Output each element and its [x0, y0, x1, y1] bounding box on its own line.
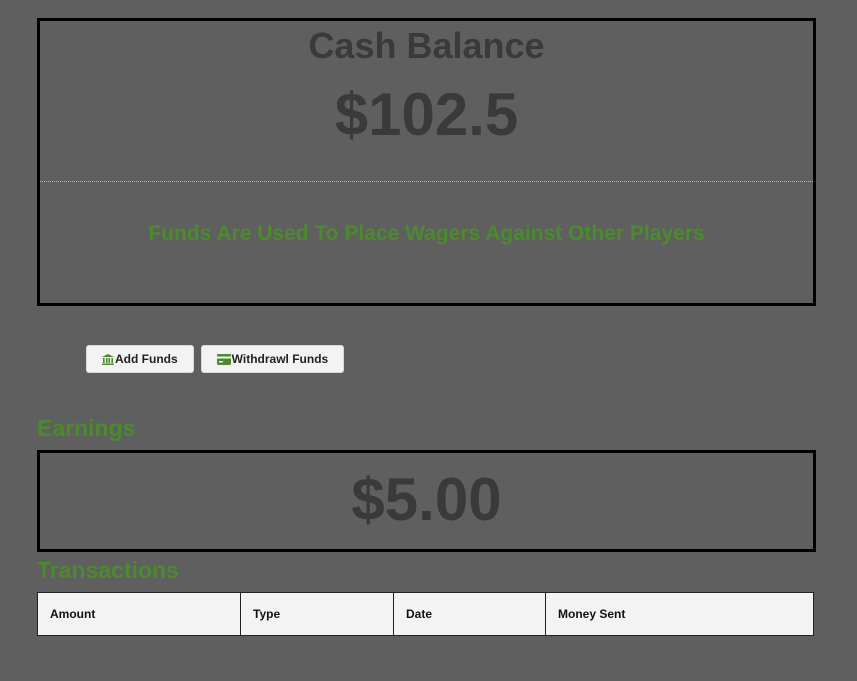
add-funds-label: Add Funds [115, 352, 178, 366]
earnings-heading: Earnings [37, 415, 136, 441]
add-funds-button[interactable]: Add Funds [86, 345, 194, 373]
column-header-money-sent[interactable]: Money Sent [545, 592, 814, 636]
cash-balance-card: Cash Balance $102.5 Funds Are Used To Pl… [37, 18, 816, 306]
withdraw-funds-button[interactable]: Withdrawl Funds [200, 345, 345, 373]
column-header-date[interactable]: Date [393, 592, 546, 636]
transactions-heading: Transactions [37, 557, 179, 583]
table-header-row: Amount Type Date Money Sent [37, 592, 814, 636]
column-header-type[interactable]: Type [240, 592, 394, 636]
column-header-amount[interactable]: Amount [37, 592, 241, 636]
withdraw-funds-label: Withdrawl Funds [231, 352, 329, 366]
earnings-amount: $5.00 [351, 466, 502, 533]
transactions-table: Amount Type Date Money Sent [37, 592, 814, 636]
cash-balance-header: Cash Balance $102.5 [40, 21, 813, 182]
bank-icon [102, 353, 114, 365]
funds-actions: Add Funds Withdrawl Funds [86, 345, 345, 373]
credit-card-icon [216, 353, 231, 365]
wallet-page: Cash Balance $102.5 Funds Are Used To Pl… [0, 0, 857, 681]
earnings-card: $5.00 [37, 450, 816, 552]
cash-balance-note: Funds Are Used To Place Wagers Against O… [148, 222, 705, 245]
cash-balance-title: Cash Balance [308, 25, 545, 66]
cash-balance-amount: $102.5 [334, 81, 519, 148]
